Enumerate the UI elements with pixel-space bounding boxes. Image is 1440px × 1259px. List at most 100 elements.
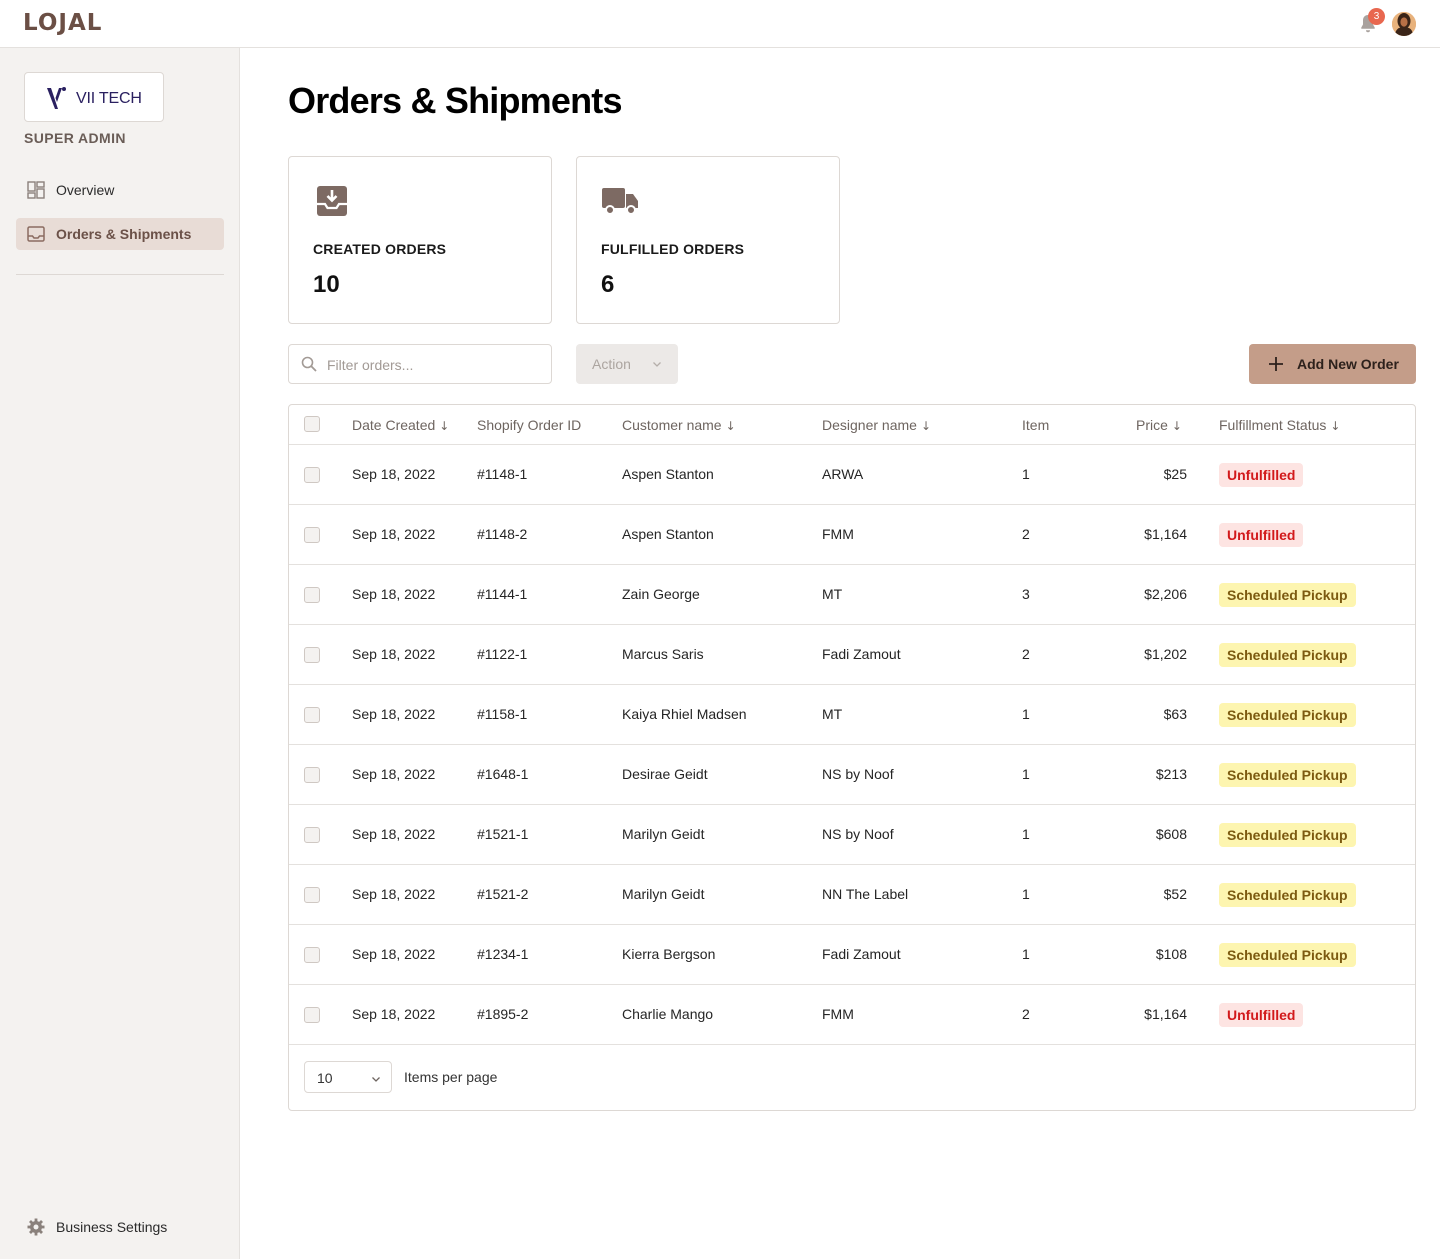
row-checkbox[interactable]: [304, 587, 320, 603]
cell-designer-name: ARWA: [822, 466, 864, 482]
column-header-fulfillment-status[interactable]: Fulfillment Status ↓: [1219, 417, 1340, 433]
table-header: Date Created ↓ Shopify Order ID Customer …: [289, 405, 1415, 445]
cell-customer-name: Aspen Stanton: [622, 466, 714, 482]
table-row[interactable]: Sep 18, 2022 #1234-1 Kierra Bergson Fadi Za…: [289, 925, 1415, 985]
cell-item: 1: [1022, 826, 1030, 842]
cell-item: 1: [1022, 706, 1030, 722]
cell-date-created: Sep 18, 2022: [352, 706, 436, 722]
cell-designer-name: NS by Noof: [822, 766, 894, 782]
user-role-label: SUPER ADMIN: [24, 130, 126, 146]
cell-price: $52: [1163, 886, 1187, 902]
cell-price: $25: [1163, 466, 1187, 482]
cell-designer-name: FMM: [822, 526, 854, 542]
items-per-page-select[interactable]: 10: [304, 1061, 392, 1093]
row-checkbox[interactable]: [304, 947, 320, 963]
cell-customer-name: Zain George: [622, 586, 700, 602]
column-header-item[interactable]: Item: [1022, 417, 1049, 433]
cell-order-id[interactable]: #1521-1: [477, 826, 528, 842]
table-row[interactable]: Sep 18, 2022 #1648-1 Desirae Geidt NS by No…: [289, 745, 1415, 805]
cell-item: 2: [1022, 1006, 1030, 1022]
cell-date-created: Sep 18, 2022: [352, 1006, 436, 1022]
cell-customer-name: Marcus Saris: [622, 646, 704, 662]
status-badge: Unfulfilled: [1219, 463, 1304, 487]
cell-date-created: Sep 18, 2022: [352, 646, 436, 662]
add-new-order-button[interactable]: Add New Order: [1249, 344, 1416, 384]
organization-logo-box[interactable]: VII TECH: [24, 72, 164, 122]
status-badge: Scheduled Pickup: [1219, 763, 1356, 787]
row-checkbox[interactable]: [304, 707, 320, 723]
cell-order-id[interactable]: #1895-2: [477, 1006, 528, 1022]
cell-order-id[interactable]: #1234-1: [477, 946, 528, 962]
cell-item: 1: [1022, 466, 1030, 482]
chevron-down-icon: [653, 362, 661, 367]
table-row[interactable]: Sep 18, 2022 #1122-1 Marcus Saris Fadi Zamo…: [289, 625, 1415, 685]
sidebar-item-business-settings[interactable]: Business Settings: [16, 1211, 224, 1243]
sidebar-item-orders-shipments[interactable]: Orders & Shipments: [16, 218, 224, 250]
cell-price: $1,164: [1144, 1006, 1187, 1022]
table-row[interactable]: Sep 18, 2022 #1148-1 Aspen Stanton ARWA 1 $25…: [289, 445, 1415, 505]
row-checkbox[interactable]: [304, 467, 320, 483]
select-all-checkbox[interactable]: [304, 416, 320, 432]
cell-order-id[interactable]: #1144-1: [477, 586, 527, 602]
table-footer: 10 Items per page: [289, 1045, 1415, 1111]
table-row[interactable]: Sep 18, 2022 #1158-1 Kaiya Rhiel Madsen MT 1…: [289, 685, 1415, 745]
column-header-price[interactable]: Price ↓: [1136, 417, 1182, 433]
cell-order-id[interactable]: #1158-1: [477, 706, 527, 722]
truck-icon: [602, 188, 638, 215]
cell-price: $108: [1155, 946, 1187, 962]
user-avatar[interactable]: [1392, 12, 1416, 36]
sidebar-item-label: Overview: [56, 182, 115, 198]
row-checkbox[interactable]: [304, 1007, 320, 1023]
sort-arrow-icon: ↓: [439, 419, 450, 433]
cell-customer-name: Marilyn Geidt: [622, 826, 705, 842]
row-checkbox[interactable]: [304, 647, 320, 663]
table-row[interactable]: Sep 18, 2022 #1144-1 Zain George MT 3 $2,206 S…: [289, 565, 1415, 625]
action-dropdown-button[interactable]: Action: [576, 344, 678, 384]
column-header-customer-name[interactable]: Customer name ↓: [622, 417, 736, 433]
cell-designer-name: Fadi Zamout: [822, 646, 901, 662]
app-logo[interactable]: LOJAL: [23, 10, 102, 36]
filter-orders-field[interactable]: [288, 344, 552, 384]
row-checkbox[interactable]: [304, 887, 320, 903]
top-bar: LOJAL 3: [0, 0, 1440, 48]
sidebar-item-overview[interactable]: Overview: [16, 174, 224, 206]
column-header-date-created[interactable]: Date Created ↓: [352, 417, 449, 433]
cell-order-id[interactable]: #1648-1: [477, 766, 528, 782]
inbox-icon: [27, 226, 45, 242]
table-row[interactable]: Sep 18, 2022 #1895-2 Charlie Mango FMM 2 $1,1…: [289, 985, 1415, 1045]
cell-date-created: Sep 18, 2022: [352, 946, 436, 962]
row-checkbox[interactable]: [304, 527, 320, 543]
sidebar-item-label: Business Settings: [56, 1219, 168, 1235]
cell-date-created: Sep 18, 2022: [352, 526, 436, 542]
sidebar-item-label: Orders & Shipments: [56, 226, 192, 242]
cell-date-created: Sep 18, 2022: [352, 586, 436, 602]
cell-item: 1: [1022, 886, 1030, 902]
chevron-down-icon: [372, 1077, 380, 1082]
column-header-shopify-order-id[interactable]: Shopify Order ID: [477, 417, 581, 433]
sort-arrow-icon: ↓: [1330, 419, 1341, 433]
filter-orders-input[interactable]: [327, 355, 537, 375]
table-row[interactable]: Sep 18, 2022 #1148-2 Aspen Stanton FMM 2 $1,1…: [289, 505, 1415, 565]
cell-order-id[interactable]: #1148-2: [477, 526, 527, 542]
column-header-designer-name[interactable]: Designer name ↓: [822, 417, 931, 433]
cell-order-id[interactable]: #1521-2: [477, 886, 528, 902]
row-checkbox[interactable]: [304, 767, 320, 783]
cell-designer-name: MT: [822, 706, 843, 722]
cell-order-id[interactable]: #1148-1: [477, 466, 527, 482]
cell-date-created: Sep 18, 2022: [352, 766, 436, 782]
cell-item: 3: [1022, 586, 1030, 602]
action-dropdown-label: Action: [592, 356, 631, 372]
cell-customer-name: Charlie Mango: [622, 1006, 714, 1022]
table-row[interactable]: Sep 18, 2022 #1521-1 Marilyn Geidt NS by No…: [289, 805, 1415, 865]
table-row[interactable]: Sep 18, 2022 #1521-2 Marilyn Geidt NN The L…: [289, 865, 1415, 925]
stat-value: 10: [313, 271, 340, 298]
sidebar: VII TECH SUPER ADMIN Overview Orders & S…: [0, 48, 240, 1259]
stat-value: 6: [601, 271, 615, 298]
cell-item: 2: [1022, 646, 1030, 662]
cell-order-id[interactable]: #1122-1: [477, 646, 527, 662]
stat-card-fulfilled-orders: FULFILLED ORDERS 6: [576, 156, 840, 324]
cell-item: 1: [1022, 766, 1030, 782]
notification-count-badge: 3: [1368, 8, 1385, 25]
row-checkbox[interactable]: [304, 827, 320, 843]
cell-price: $1,164: [1144, 526, 1187, 542]
